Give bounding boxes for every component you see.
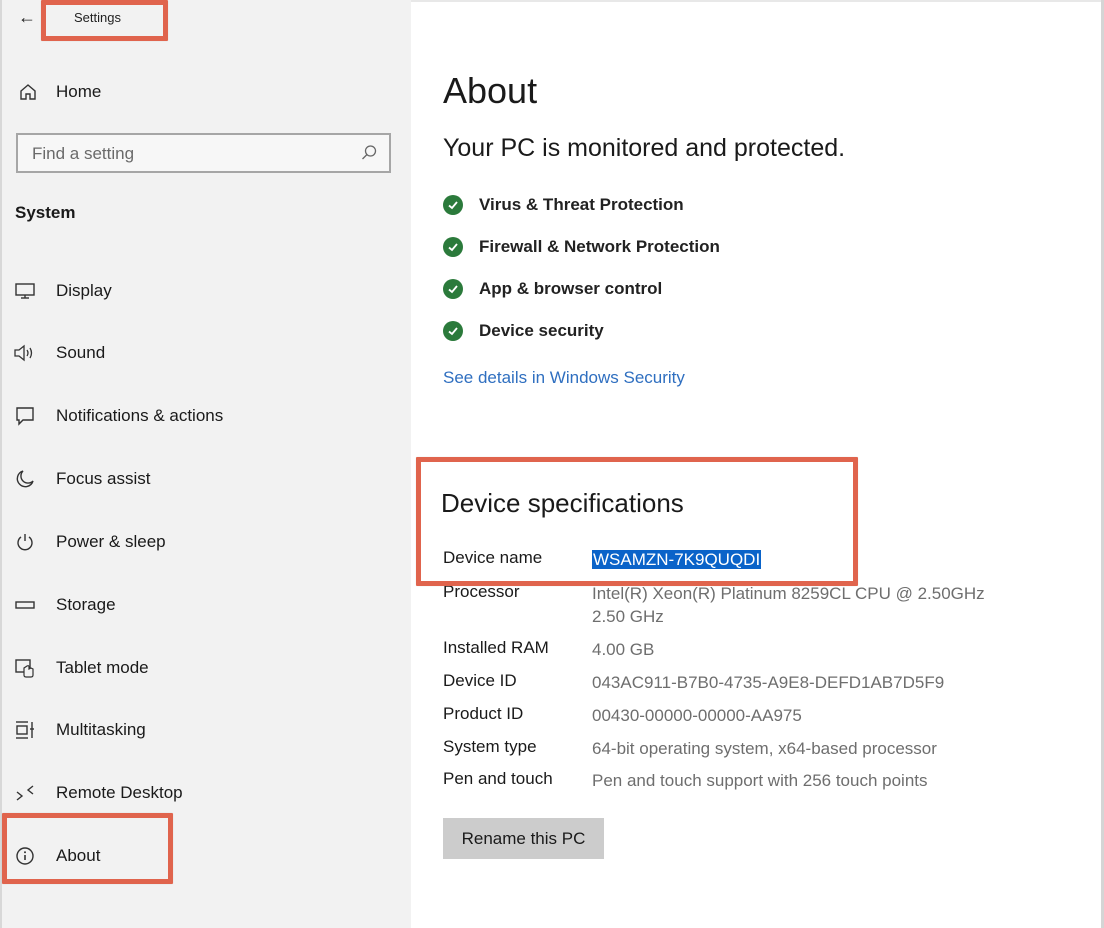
checkmark-icon bbox=[443, 195, 463, 215]
spec-value: 4.00 GB bbox=[592, 640, 655, 659]
about-page: About Your PC is monitored and protected… bbox=[411, 0, 1104, 928]
spec-value: 64-bit operating system, x64-based proce… bbox=[592, 739, 937, 758]
focus-assist-icon bbox=[13, 467, 37, 491]
processor-value-line1: Intel(R) Xeon(R) Platinum 8259CL CPU @ 2… bbox=[592, 584, 985, 603]
display-icon bbox=[13, 279, 37, 303]
sidebar-item-label: Sound bbox=[56, 343, 106, 362]
title-bar: ← Settings bbox=[2, 0, 413, 40]
app-title: Settings bbox=[74, 10, 121, 25]
power-icon bbox=[13, 530, 37, 554]
protection-item-label: Device security bbox=[479, 321, 604, 340]
spec-label: Pen and touch bbox=[443, 769, 553, 788]
spec-label: Processor bbox=[443, 582, 520, 601]
sidebar-item-label: Notifications & actions bbox=[56, 406, 224, 425]
spec-value: 00430-00000-00000-AA975 bbox=[592, 706, 802, 725]
sidebar-item-label: Power & sleep bbox=[56, 532, 166, 551]
selected-text: WSAMZN-7K9QUQDI bbox=[592, 550, 762, 569]
checkmark-icon bbox=[443, 321, 463, 341]
sidebar-item-sound[interactable]: Sound bbox=[13, 335, 393, 371]
sidebar-item-label: Storage bbox=[56, 595, 116, 614]
sidebar-item-label: Focus assist bbox=[56, 469, 151, 488]
section-title-system: System bbox=[15, 203, 76, 222]
sidebar-item-power-sleep[interactable]: Power & sleep bbox=[13, 524, 393, 560]
sidebar-item-remote-desktop[interactable]: Remote Desktop bbox=[13, 775, 393, 811]
sidebar-item-label: Display bbox=[56, 281, 112, 300]
windows-security-link[interactable]: See details in Windows Security bbox=[443, 368, 685, 388]
sidebar-item-about[interactable]: About bbox=[13, 838, 393, 874]
sidebar-item-multitasking[interactable]: Multitasking bbox=[13, 712, 393, 748]
protection-item: Virus & Threat Protection bbox=[443, 192, 684, 218]
sound-icon bbox=[13, 341, 37, 365]
protection-item: Device security bbox=[443, 318, 604, 344]
storage-icon bbox=[13, 593, 37, 617]
sidebar-item-label: About bbox=[56, 846, 101, 865]
notifications-icon bbox=[13, 404, 37, 428]
spec-label: Product ID bbox=[443, 704, 524, 723]
sidebar-item-display[interactable]: Display bbox=[13, 273, 393, 309]
spec-label: Device name bbox=[443, 548, 543, 567]
protection-item: App & browser control bbox=[443, 276, 662, 302]
protection-item: Firewall & Network Protection bbox=[443, 234, 720, 260]
tablet-mode-icon bbox=[13, 656, 37, 680]
protection-item-label: App & browser control bbox=[479, 279, 663, 298]
back-arrow-icon[interactable]: ← bbox=[15, 5, 39, 29]
spec-value: 043AC911-B7B0-4735-A9E8-DEFD1AB7D5F9 bbox=[592, 673, 945, 692]
sidebar-item-label: Tablet mode bbox=[56, 658, 149, 677]
spec-label: Installed RAM bbox=[443, 638, 549, 657]
spec-label: System type bbox=[443, 737, 537, 756]
checkmark-icon bbox=[443, 237, 463, 257]
device-name-value[interactable]: WSAMZN-7K9QUQDI bbox=[592, 548, 762, 571]
rename-pc-button[interactable]: Rename this PC bbox=[443, 818, 604, 859]
sidebar-item-notifications[interactable]: Notifications & actions bbox=[13, 398, 393, 434]
search-input[interactable]: Find a setting bbox=[16, 133, 391, 173]
spec-value: Pen and touch support with 256 touch poi… bbox=[592, 771, 928, 790]
search-icon[interactable] bbox=[359, 143, 379, 163]
protection-item-label: Firewall & Network Protection bbox=[479, 237, 720, 256]
sidebar-item-label: Remote Desktop bbox=[56, 783, 183, 802]
settings-sidebar: ← Settings Home Find a setting System Di… bbox=[0, 0, 411, 928]
nav-home[interactable]: Home bbox=[16, 76, 396, 108]
search-placeholder: Find a setting bbox=[32, 144, 135, 163]
window-top-border bbox=[411, 0, 1104, 2]
sidebar-item-label: Multitasking bbox=[56, 720, 146, 739]
nav-home-label: Home bbox=[56, 82, 102, 101]
checkmark-icon bbox=[443, 279, 463, 299]
processor-value-line2: 2.50 GHz bbox=[592, 607, 664, 626]
page-title: About bbox=[443, 70, 538, 111]
remote-desktop-icon bbox=[13, 781, 37, 805]
home-icon bbox=[16, 80, 40, 104]
multitasking-icon bbox=[13, 718, 37, 742]
sidebar-item-storage[interactable]: Storage bbox=[13, 587, 393, 623]
spec-label: Device ID bbox=[443, 671, 517, 690]
sidebar-item-focus-assist[interactable]: Focus assist bbox=[13, 461, 393, 497]
info-icon bbox=[13, 844, 37, 868]
protection-item-label: Virus & Threat Protection bbox=[479, 195, 684, 214]
specs-heading: Device specifications bbox=[441, 488, 684, 518]
protection-heading: Your PC is monitored and protected. bbox=[443, 134, 846, 162]
spec-value: Intel(R) Xeon(R) Platinum 8259CL CPU @ 2… bbox=[592, 582, 985, 628]
sidebar-item-tablet-mode[interactable]: Tablet mode bbox=[13, 650, 393, 686]
